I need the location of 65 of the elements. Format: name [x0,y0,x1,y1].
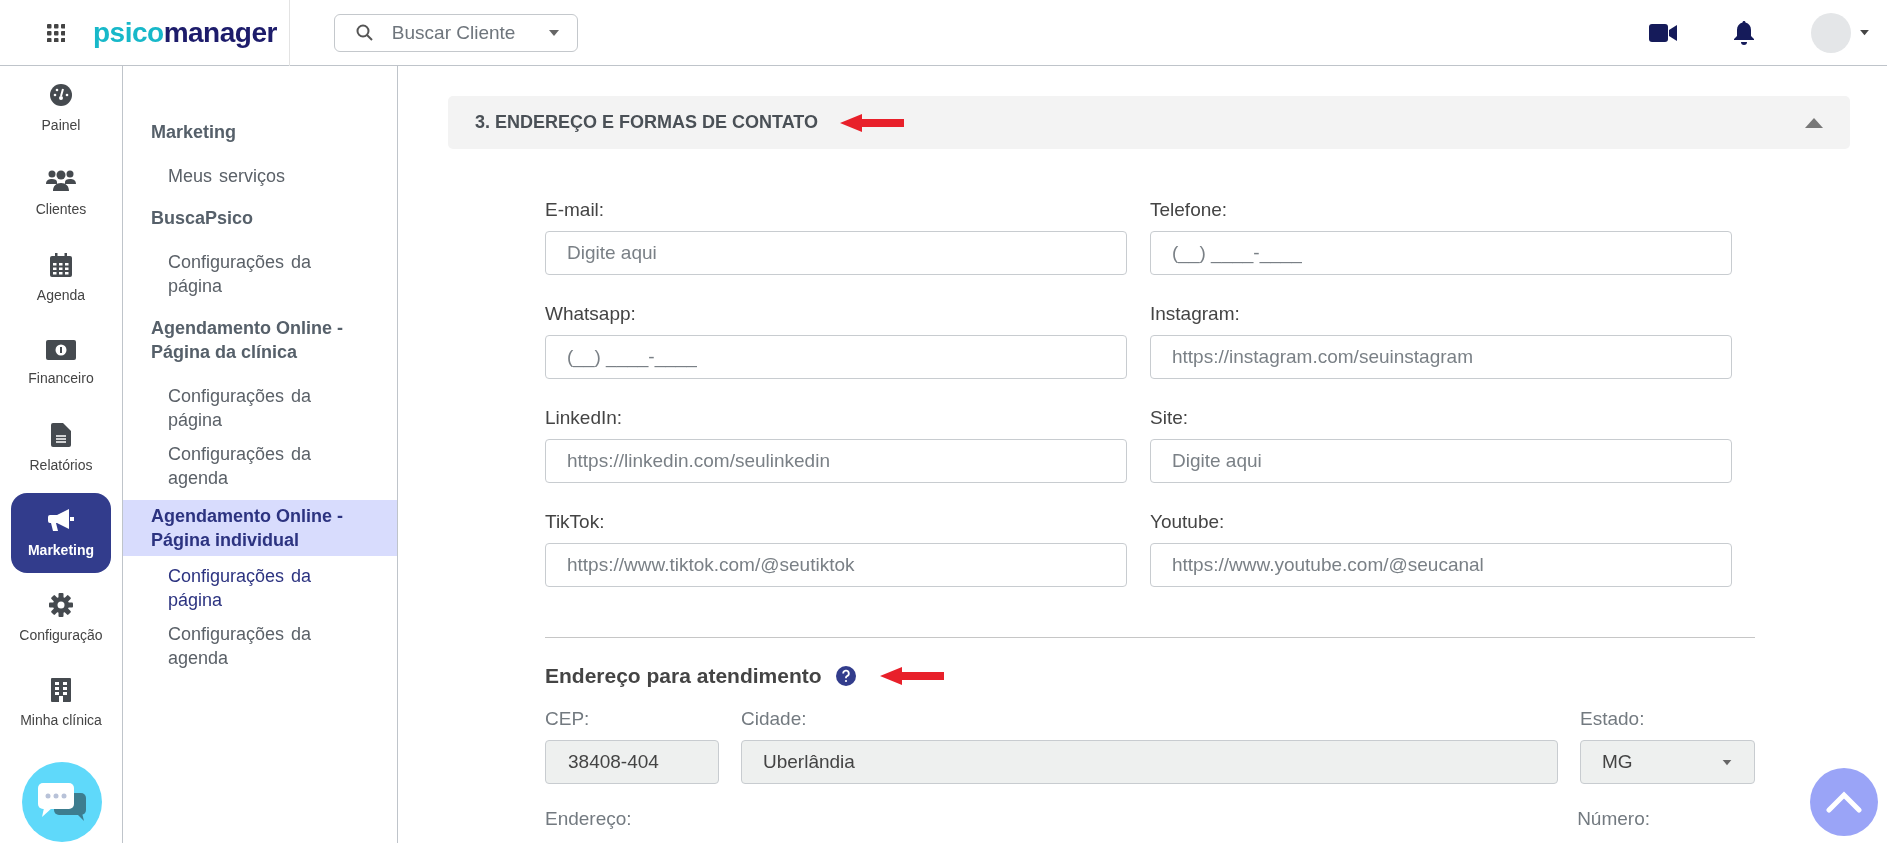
users-icon [46,169,76,191]
field-label: Estado: [1580,708,1646,730]
input-field[interactable]: https://www.youtube.com/@seucanal [1150,543,1732,587]
input-field[interactable]: https://www.tiktok.com/@seutiktok [545,543,1127,587]
help-icon[interactable] [835,666,856,686]
nav-item[interactable]: Financeiro [11,323,111,403]
video-camera-icon[interactable] [1649,22,1677,43]
caret-up-icon[interactable] [1805,117,1823,128]
field-label: Whatsapp: [545,303,637,325]
caret-icon[interactable] [1859,29,1870,36]
nav-item[interactable]: Configuração [11,578,111,658]
menu-item[interactable]: Configurações da página [123,384,397,432]
nav-item[interactable]: Painel [11,68,111,148]
gauge-icon [49,83,73,107]
nav-item[interactable]: Minha clínica [11,663,111,743]
search-field[interactable]: Buscar Cliente [333,13,578,52]
field-label: Site: [1150,407,1190,429]
section-header[interactable]: 3. ENDEREÇO E FORMAS DE CONTATO [448,96,1850,149]
field-label: E-mail: [545,199,606,221]
input-field[interactable]: (__) ____-____ [1150,231,1732,275]
apps-grid-icon[interactable] [47,23,65,42]
menu-group-title[interactable]: BuscaPsico [123,202,397,234]
menu-item[interactable]: Configurações da página [123,250,397,298]
field-label: Telefone: [1150,199,1229,221]
field-label: CEP: [545,708,591,730]
field-label: Número: [1577,808,1650,830]
menu-item[interactable]: Configurações da agenda [123,622,397,670]
calendar-icon [50,253,72,277]
chevron-up-icon [1826,791,1862,813]
arrow-icon [840,112,905,133]
gear-icon [49,593,73,617]
building-icon [51,678,71,702]
chat-bubbles-icon [38,783,86,821]
megaphone-icon [48,508,74,532]
section-title: 3. ENDEREÇO E FORMAS DE CONTATO [475,112,819,133]
input-field[interactable]: https://instagram.com/seuinstagram [1150,335,1732,379]
field-label: TikTok: [545,511,606,533]
nav-item[interactable]: Clientes [11,153,111,233]
banknote-icon [46,340,76,360]
arrow-icon [879,666,944,686]
menu-group-title[interactable]: Agendamento Online - Página individual [123,500,397,556]
input-field[interactable]: (__) ____-____ [545,335,1127,379]
caret-icon [547,28,560,37]
field-label: Cidade: [741,708,808,730]
menu-group-title[interactable]: Marketing [123,116,397,148]
caret-icon [1721,758,1733,766]
input-field[interactable]: Digite aqui [1150,439,1732,483]
menu-item[interactable]: Configurações da agenda [123,442,397,490]
field-label: LinkedIn: [545,407,624,429]
field-label: Endereço: [545,808,632,830]
field-label: Youtube: [1150,511,1226,533]
menu-group-title[interactable]: Agendamento Online - Página da clínica [123,312,397,368]
logo: psicomanager [93,15,277,50]
notification-bell-icon[interactable] [1733,20,1755,45]
nav-item[interactable]: Relatórios [11,408,111,488]
nav-item[interactable]: Agenda [11,238,111,318]
input-field[interactable]: https://linkedin.com/seulinkedin [545,439,1127,483]
field-label: Instagram: [1150,303,1241,325]
input-field[interactable]: Digite aqui [545,231,1127,275]
subsection-title: Endereço para atendimento [545,664,822,688]
document-icon [51,423,71,447]
nav-item[interactable]: Marketing [11,493,111,573]
menu-item[interactable]: Configurações da página [123,564,397,612]
menu-item[interactable]: Meus serviços [123,164,397,188]
search-icon [355,23,374,42]
